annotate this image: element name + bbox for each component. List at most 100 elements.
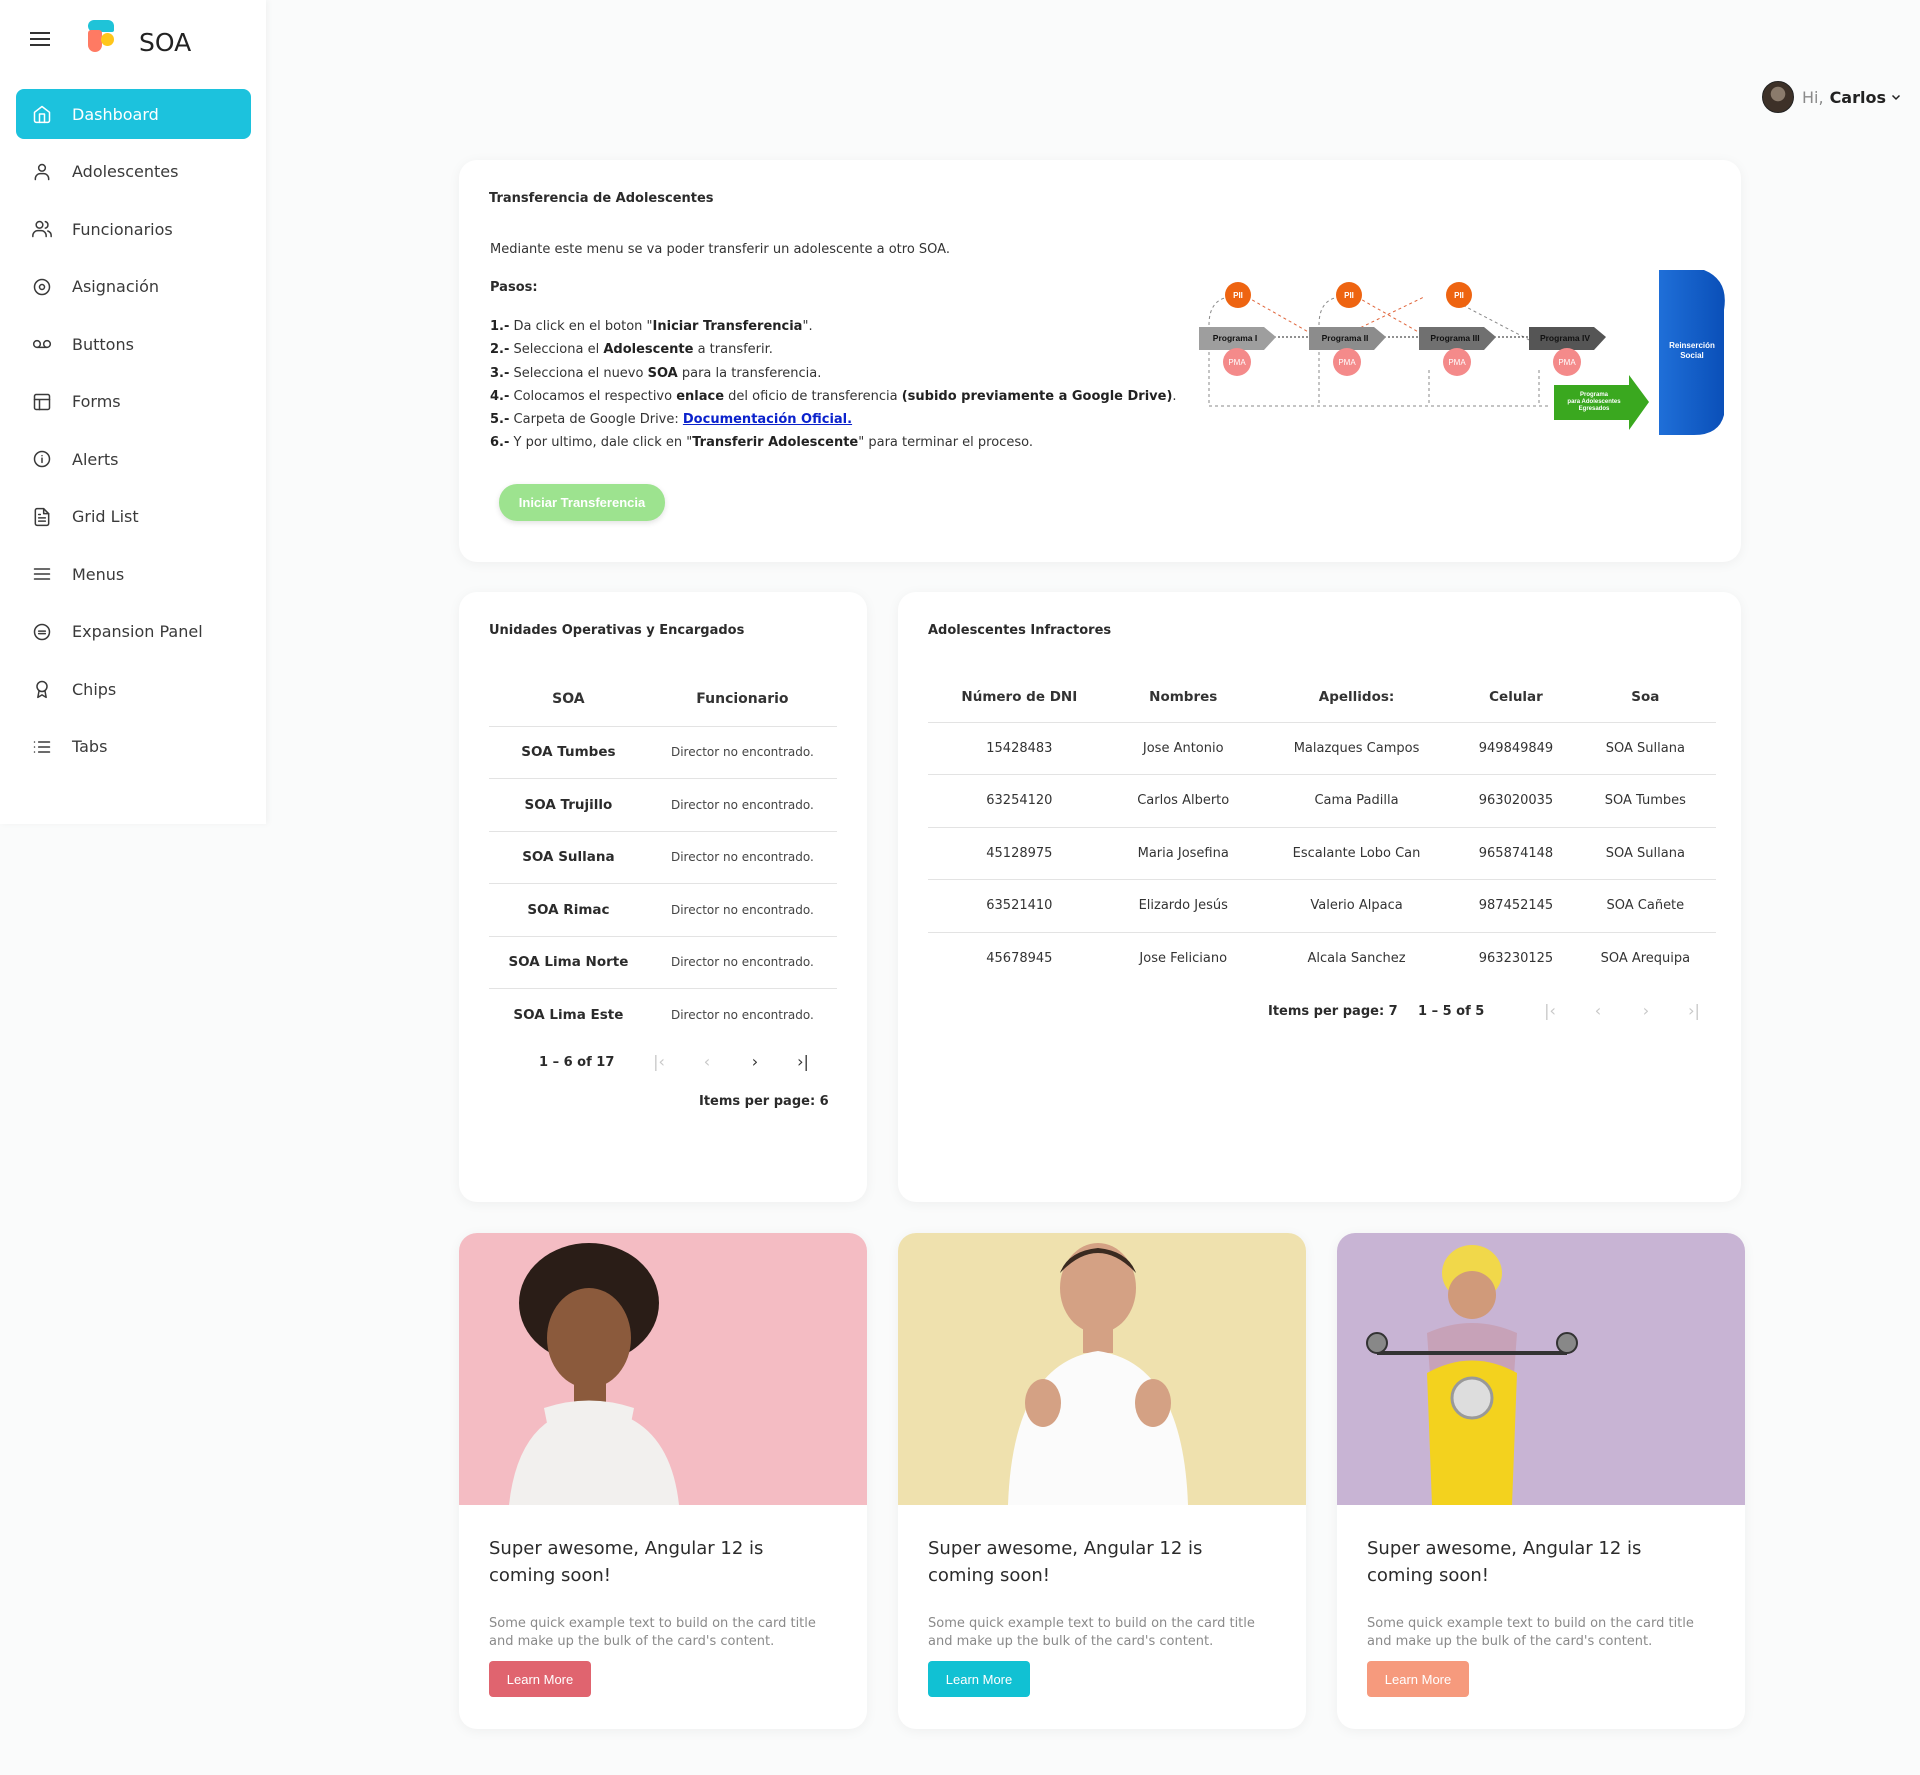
cell-soa: SOA Sullana xyxy=(489,831,648,884)
sidebar-item-asignacion[interactable]: Asignación xyxy=(16,262,251,312)
cell-dni: 45678945 xyxy=(986,951,1053,966)
next-page-icon[interactable]: › xyxy=(743,1049,767,1073)
cell-dni: 45128975 xyxy=(928,827,1111,880)
cell-apellidos: Escalante Lobo Can xyxy=(1255,827,1458,880)
column-header[interactable]: Nombres xyxy=(1110,672,1256,723)
sidebar-nav: Dashboard Adolescentes Funcionarios Asig… xyxy=(16,89,251,779)
cell-celular: 987452145 xyxy=(1457,879,1575,933)
sidebar-item-chips[interactable]: Chips xyxy=(16,664,251,714)
transfer-intro: Mediante este menu se va poder transferi… xyxy=(490,242,950,257)
sidebar-item-dashboard[interactable]: Dashboard xyxy=(16,89,251,139)
sidebar-item-label: Dashboard xyxy=(72,104,159,124)
sidebar-item-label: Forms xyxy=(72,392,121,411)
promo-text: Some quick example text to build on the … xyxy=(489,1616,816,1649)
sidebar-item-adolescentes[interactable]: Adolescentes xyxy=(16,147,251,197)
column-header[interactable]: Soa xyxy=(1574,672,1716,723)
promo-image-woman xyxy=(459,1233,867,1505)
sidebar-item-label: Buttons xyxy=(72,334,134,354)
chevron-down-icon[interactable] xyxy=(1890,88,1902,107)
egresados-label: Programa xyxy=(1580,392,1609,398)
cell-funcionario: Director no encontrado. xyxy=(647,778,837,832)
sidebar-item-label: Grid List xyxy=(72,507,139,526)
items-per-page[interactable]: Items per page: 6 xyxy=(699,1094,829,1109)
cell-nombres: Jose Feliciano xyxy=(1139,951,1228,966)
cell-celular: 965874148 xyxy=(1457,827,1575,880)
layout-icon xyxy=(32,392,52,412)
column-header[interactable]: Celular xyxy=(1457,672,1575,723)
file-text-icon xyxy=(32,507,52,527)
promo-card: Super awesome, Angular 12 is coming soon… xyxy=(1337,1233,1745,1729)
step-4: 4.- Colocamos el respectivo enlace del o… xyxy=(490,388,1177,404)
program-label: Programa IV xyxy=(1540,333,1590,343)
sidebar-item-label: Adolescentes xyxy=(72,162,179,181)
promo-title: Super awesome, Angular 12 is coming soon… xyxy=(928,1538,1203,1586)
sidebar-item-grid-list[interactable]: Grid List xyxy=(16,492,251,542)
sidebar-item-tabs[interactable]: Tabs xyxy=(16,722,251,772)
next-page-icon[interactable]: › xyxy=(1634,998,1658,1022)
user-name: Carlos xyxy=(1829,87,1886,107)
first-page-icon[interactable]: |‹ xyxy=(647,1049,671,1073)
column-header[interactable]: Apellidos: xyxy=(1255,672,1458,723)
cell-funcionario: Director no encontrado. xyxy=(670,1008,814,1022)
infractores-paginator: Items per page: 7 1 – 5 of 5 |‹ ‹ › ›| xyxy=(1268,997,1700,1027)
sidebar-item-expansion-panel[interactable]: Expansion Panel xyxy=(16,607,251,657)
sidebar-item-alerts[interactable]: Alerts xyxy=(16,434,251,484)
column-header[interactable]: Número de DNI xyxy=(928,672,1111,723)
column-header[interactable]: Funcionario xyxy=(647,672,837,727)
sidebar-item-label: Menus xyxy=(72,564,125,584)
last-page-icon[interactable]: ›| xyxy=(1682,998,1706,1022)
start-transfer-button[interactable]: Iniciar Transferencia xyxy=(499,484,665,521)
user-menu[interactable]: Hi, Carlos xyxy=(1762,81,1902,113)
documentation-link[interactable]: Documentación Oficial. xyxy=(683,412,852,427)
cell-funcionario: Director no encontrado. xyxy=(647,936,837,989)
promo-title: Super awesome, Angular 12 is coming soon… xyxy=(1367,1538,1642,1586)
cell-soa: SOA Trujillo xyxy=(489,778,648,832)
egresados-arrow: Programa para Adolescentes Egresados xyxy=(1554,375,1649,430)
pma-label: PMA xyxy=(1448,358,1466,367)
pii-nodes: PII PII PII xyxy=(1225,282,1472,308)
sidebar-item-funcionarios[interactable]: Funcionarios xyxy=(16,204,251,254)
sidebar-item-label: Tabs xyxy=(72,737,108,756)
table-row: SOA Trujillo Director no encontrado. xyxy=(489,778,837,832)
sidebar-item-menus[interactable]: Menus xyxy=(16,549,251,599)
learn-more-button[interactable]: Learn More xyxy=(1367,1661,1469,1697)
prev-page-icon[interactable]: ‹ xyxy=(1586,998,1610,1022)
promo-card: Super awesome, Angular 12 is coming soon… xyxy=(898,1233,1306,1729)
steps-heading: Pasos: xyxy=(490,280,538,295)
cell-nombres: Maria Josefina xyxy=(1110,827,1256,880)
table-header-row: Número de DNI Nombres Apellidos: Celular… xyxy=(928,672,1716,723)
units-paginator: 1 – 6 of 17 |‹ ‹ › ›| xyxy=(489,1047,837,1077)
promo-text: Some quick example text to build on the … xyxy=(1367,1616,1694,1649)
first-page-icon[interactable]: |‹ xyxy=(1538,998,1562,1022)
step-2: 2.- Selecciona el Adolescente a transfer… xyxy=(490,342,773,358)
cell-funcionario: Director no encontrado. xyxy=(647,883,837,937)
learn-more-button[interactable]: Learn More xyxy=(489,1661,591,1697)
items-per-page[interactable]: Items per page: 7 xyxy=(1268,1004,1398,1019)
steps-list: 1.- Da click en el boton "Iniciar Transf… xyxy=(490,315,1210,455)
learn-more-button[interactable]: Learn More xyxy=(928,1661,1030,1697)
infractores-title: Adolescentes Infractores xyxy=(928,623,1112,638)
users-icon xyxy=(32,219,52,239)
prev-page-icon[interactable]: ‹ xyxy=(695,1049,719,1073)
avatar[interactable] xyxy=(1762,81,1794,113)
transfer-card: Transferencia de Adolescentes Mediante e… xyxy=(459,160,1741,562)
cell-soa: SOA Lima Este xyxy=(513,1007,624,1023)
table-row: SOA Lima Este Director no encontrado. xyxy=(489,989,837,1042)
program-label: Programa III xyxy=(1430,333,1479,343)
step-3: 3.- Selecciona el nuevo SOA para la tran… xyxy=(490,365,822,381)
column-header[interactable]: SOA xyxy=(489,672,648,727)
sidebar-item-label: Asignación xyxy=(72,277,159,296)
sidebar-item-buttons[interactable]: Buttons xyxy=(16,319,251,369)
sidebar-item-label: Chips xyxy=(72,679,117,699)
last-page-icon[interactable]: ›| xyxy=(791,1049,815,1073)
info-icon xyxy=(32,449,52,469)
cell-dni: 63521410 xyxy=(928,879,1111,933)
sidebar-item-forms[interactable]: Forms xyxy=(16,377,251,427)
table-row: 63254120 Carlos Alberto Cama Padilla 963… xyxy=(928,774,1716,828)
infractores-table: Número de DNI Nombres Apellidos: Celular… xyxy=(928,672,1716,985)
menu-toggle-icon[interactable] xyxy=(30,32,50,48)
promo-card: Super awesome, Angular 12 is coming soon… xyxy=(459,1233,867,1729)
table-row: 45128975 Maria Josefina Escalante Lobo C… xyxy=(928,827,1716,880)
sidebar-item-label: Alerts xyxy=(72,449,119,469)
cell-soa: SOA Rimac xyxy=(489,883,648,937)
